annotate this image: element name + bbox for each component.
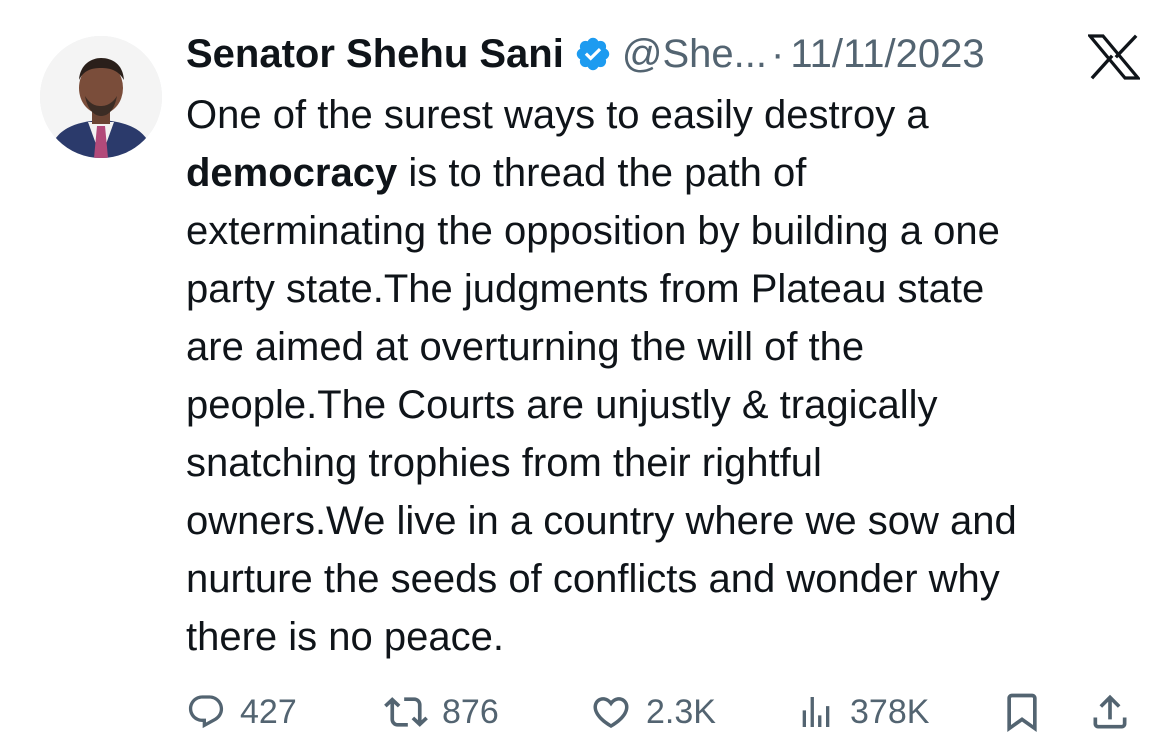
reply-button[interactable]: 427 — [186, 686, 297, 738]
tweet-line: owners.We live in a country where we sow… — [186, 499, 1017, 543]
tweet-line: there is no peace. — [186, 615, 504, 659]
author-name[interactable]: Senator Shehu Sani — [186, 24, 564, 84]
bookmark-icon — [1000, 690, 1044, 734]
avatar-photo — [40, 36, 162, 158]
tweet-line: democracy is to thread the path of — [186, 151, 807, 195]
tweet-line: party state.The judgments from Plateau s… — [186, 267, 985, 311]
views-bar-chart-icon — [796, 692, 836, 732]
x-logo-icon — [1086, 34, 1142, 80]
like-count: 2.3K — [646, 692, 716, 731]
tweet-line: exterminating the opposition by building… — [186, 209, 1000, 253]
repost-icon — [384, 690, 428, 734]
tweet-text: One of the surest ways to easily destroy… — [186, 86, 1136, 666]
tweet-line: One of the surest ways to easily destroy… — [186, 93, 929, 137]
tweet-line: snatching trophies from their rightful — [186, 441, 822, 485]
repost-count: 876 — [442, 692, 499, 731]
bold-word: democracy — [186, 151, 398, 195]
views-count: 378K — [850, 692, 930, 731]
repost-button[interactable]: 876 — [384, 686, 499, 738]
tweet-line: people.The Courts are unjustly & tragica… — [186, 383, 938, 427]
author-handle[interactable]: @She... — [622, 24, 767, 84]
tweet-header: Senator Shehu Sani @She... · 11/11/2023 — [186, 24, 1146, 84]
separator-dot: · — [770, 32, 785, 76]
reply-icon — [186, 692, 226, 732]
verified-badge-icon — [574, 35, 612, 73]
avatar[interactable] — [40, 36, 162, 158]
tweet-line: nurture the seeds of conflicts and wonde… — [186, 557, 1000, 601]
bookmark-button[interactable] — [1000, 686, 1044, 738]
heart-icon — [590, 691, 632, 733]
tweet-line: are aimed at overturning the will of the — [186, 325, 865, 369]
tweet-date[interactable]: 11/11/2023 — [790, 24, 984, 84]
views-button[interactable]: 378K — [796, 686, 929, 738]
like-button[interactable]: 2.3K — [590, 686, 716, 738]
share-button[interactable] — [1088, 686, 1132, 738]
share-icon — [1088, 690, 1132, 734]
reply-count: 427 — [240, 692, 297, 731]
tweet-actions: 427 876 2.3K 378K — [186, 686, 1146, 738]
